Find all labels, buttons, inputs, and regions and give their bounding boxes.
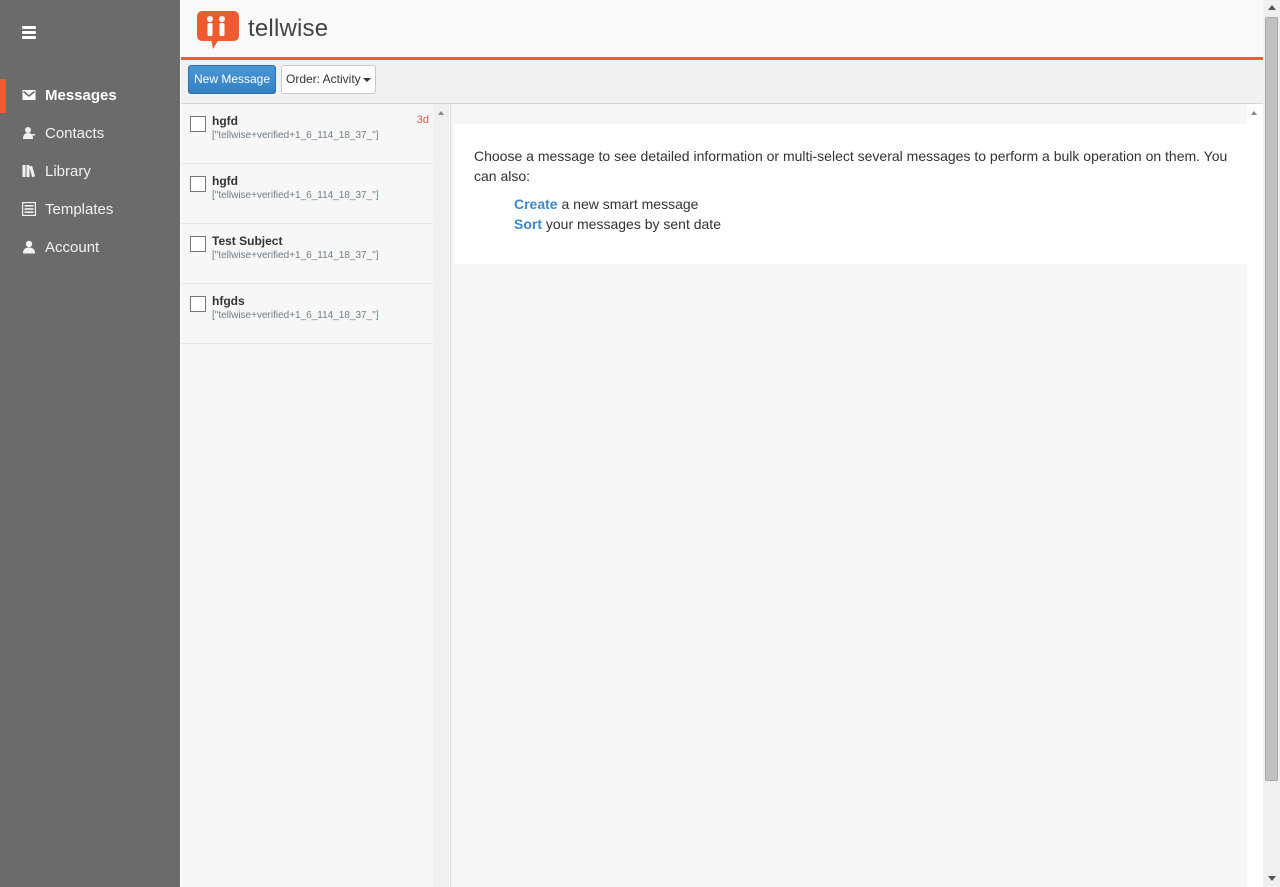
create-option-text: a new smart message xyxy=(557,196,699,212)
brand-name: tellwise xyxy=(248,15,329,42)
sidebar-item-library[interactable]: Library xyxy=(0,152,180,190)
sidebar-item-messages[interactable]: Messages xyxy=(0,76,180,114)
order-dropdown-label: Order: Activity xyxy=(286,72,361,86)
new-message-button[interactable]: New Message xyxy=(188,65,277,94)
message-recipients: ["tellwise+verified+1_6_114_18_37_"] xyxy=(212,250,379,261)
sidebar: Messages Contacts Library Templates Acco… xyxy=(0,0,180,887)
scroll-down-icon[interactable] xyxy=(1268,876,1276,881)
books-icon xyxy=(22,165,36,178)
empty-state-text: Choose a message to see detailed informa… xyxy=(474,148,1228,184)
sort-option: Sort your messages by sent date xyxy=(514,216,721,232)
sidebar-item-contacts[interactable]: Contacts xyxy=(0,114,180,152)
order-dropdown[interactable]: Order: Activity xyxy=(281,65,376,94)
create-option: Create a new smart message xyxy=(514,196,698,212)
message-list: hgfd ["tellwise+verified+1_6_114_18_37_"… xyxy=(181,104,433,887)
sidebar-item-account[interactable]: Account xyxy=(0,228,180,266)
message-checkbox[interactable] xyxy=(190,296,206,312)
sidebar-item-templates[interactable]: Templates xyxy=(0,190,180,228)
message-recipients: ["tellwise+verified+1_6_114_18_37_"] xyxy=(212,310,379,321)
sidebar-item-label: Templates xyxy=(45,201,114,218)
toolbar: New Message Order: Activity xyxy=(181,60,1263,104)
detail-pane: Choose a message to see detailed informa… xyxy=(450,104,1247,887)
list-item[interactable]: hgfd ["tellwise+verified+1_6_114_18_37_"… xyxy=(181,104,433,164)
hamburger-icon[interactable] xyxy=(22,26,36,39)
create-link[interactable]: Create xyxy=(514,196,558,212)
list-item[interactable]: hfgds ["tellwise+verified+1_6_114_18_37_… xyxy=(181,284,433,344)
message-list-scrollbar[interactable] xyxy=(433,104,449,887)
message-checkbox[interactable] xyxy=(190,176,206,192)
sidebar-item-label: Library xyxy=(45,163,91,180)
detail-scroll-up-icon[interactable] xyxy=(1251,111,1257,115)
list-item[interactable]: Test Subject ["tellwise+verified+1_6_114… xyxy=(181,224,433,284)
scroll-up-icon[interactable] xyxy=(438,111,444,115)
message-checkbox[interactable] xyxy=(190,116,206,132)
caret-down-icon xyxy=(362,77,371,82)
page-scrollbar[interactable] xyxy=(1263,0,1280,887)
sidebar-item-label: Contacts xyxy=(45,125,105,142)
sort-link[interactable]: Sort xyxy=(514,216,542,232)
app-header: tellwise xyxy=(181,0,1263,60)
message-subject: hgfd xyxy=(212,114,238,128)
empty-state-card: Choose a message to see detailed informa… xyxy=(454,124,1247,264)
message-subject: Test Subject xyxy=(212,234,283,248)
message-subject: hgfd xyxy=(212,174,238,188)
sidebar-item-label: Account xyxy=(45,239,100,256)
message-age: 3d xyxy=(416,114,429,126)
sort-option-text: your messages by sent date xyxy=(542,216,721,232)
envelope-icon xyxy=(22,90,36,100)
message-checkbox[interactable] xyxy=(190,236,206,252)
scroll-up-icon[interactable] xyxy=(1268,5,1276,10)
list-item[interactable]: hgfd ["tellwise+verified+1_6_114_18_37_"… xyxy=(181,164,433,224)
sidebar-item-label: Messages xyxy=(45,87,117,104)
person-icon xyxy=(23,127,35,139)
message-subject: hfgds xyxy=(212,294,245,308)
user-icon xyxy=(23,240,35,254)
tellwise-logo xyxy=(197,11,239,49)
scrollbar-thumb[interactable] xyxy=(1265,17,1278,781)
sidebar-nav: Messages Contacts Library Templates Acco… xyxy=(0,76,180,266)
message-recipients: ["tellwise+verified+1_6_114_18_37_"] xyxy=(212,130,379,141)
message-recipients: ["tellwise+verified+1_6_114_18_37_"] xyxy=(212,190,379,201)
template-icon xyxy=(22,202,36,216)
